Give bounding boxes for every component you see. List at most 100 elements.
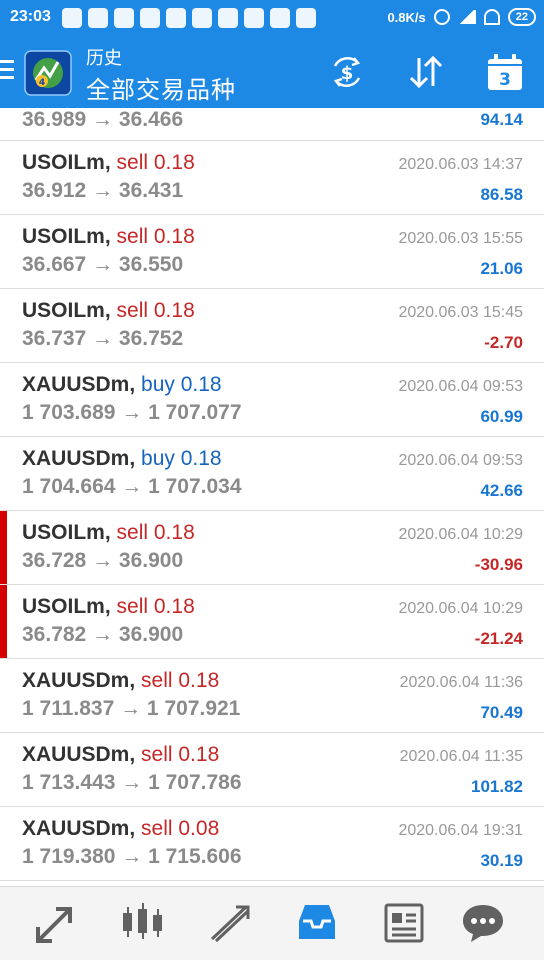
loss-marker (0, 585, 7, 658)
profit-value: 21.06 (480, 259, 523, 278)
calendar-button[interactable]: 3 (485, 52, 525, 92)
price-range: 36.912 → 36.431 (22, 179, 184, 202)
trade-title: XAUUSDm, sell 0.18 (22, 669, 219, 693)
trade-date: 2020.06.04 10:29 (398, 526, 523, 543)
alarm-icon (433, 9, 450, 25)
price-range: 36.728 → 36.900 (22, 549, 184, 572)
nav-history[interactable] (293, 899, 341, 947)
sort-button[interactable] (406, 52, 446, 92)
header-subtitle: 历史 (86, 48, 122, 68)
profit-value: -21.24 (474, 629, 523, 648)
profit-value: 101.82 (471, 777, 523, 796)
trade-date: 2020.06.03 15:45 (398, 304, 523, 321)
app-icon (114, 8, 134, 28)
list-item[interactable]: XAUUSDm, sell 0.18 1 711.837 → 1 707.921… (0, 659, 544, 733)
trade-side: buy 0.18 (141, 373, 222, 396)
video-icon (166, 8, 186, 28)
wifi-icon (483, 9, 500, 25)
profit-value: 94.14 (480, 110, 523, 129)
trade-side: sell 0.18 (116, 521, 195, 544)
trade-date: 2020.06.04 09:53 (398, 452, 523, 469)
metatrader-logo: 4 (24, 50, 72, 96)
list-item[interactable]: USOILm, sell 0.18 36.737 → 36.752 2020.0… (0, 289, 544, 363)
trade-side: sell 0.18 (116, 299, 195, 322)
profit-value: 86.58 (480, 185, 523, 204)
history-icon (299, 905, 335, 939)
trade-title: USOILm, sell 0.18 (22, 521, 195, 545)
trade-date: 2020.06.03 14:37 (398, 156, 523, 173)
app-icon (296, 8, 316, 28)
app-header: 4 历史 全部交易品种 $ 3 (0, 36, 544, 108)
price-range: 1 719.380 → 1 715.606 (22, 845, 242, 868)
notification-icons (62, 8, 316, 28)
trade-side: sell 0.18 (116, 595, 195, 618)
bottom-navigation (0, 886, 544, 960)
list-item[interactable]: USOILm, sell 0.18 36.782 → 36.900 2020.0… (0, 585, 544, 659)
chart-icon (123, 903, 162, 939)
nav-quotes[interactable] (32, 899, 80, 947)
list-item[interactable]: USOILm, sell 0.18 36.728 → 36.900 2020.0… (0, 511, 544, 585)
symbol: USOILm, (22, 225, 111, 248)
trade-title: USOILm, sell 0.18 (22, 225, 195, 249)
menu-icon (0, 60, 14, 63)
list-item[interactable]: XAUUSDm, sell 0.18 1 713.443 → 1 707.786… (0, 733, 544, 807)
list-item[interactable]: XAUUSDm, buy 0.18 1 704.664 → 1 707.034 … (0, 437, 544, 511)
trade-title: XAUUSDm, sell 0.18 (22, 743, 219, 767)
trade-title: USOILm, sell 0.18 (22, 299, 195, 323)
app-icon (244, 8, 264, 28)
trade-date: 2020.06.04 09:53 (398, 378, 523, 395)
list-item[interactable]: XAUUSDm, buy 0.18 1 703.689 → 1 707.077 … (0, 363, 544, 437)
signal-icon (457, 10, 476, 24)
price-range: 1 711.837 → 1 707.921 (22, 697, 241, 720)
trade-side: buy 0.18 (141, 447, 222, 470)
trade-date: 2020.06.04 19:31 (398, 822, 523, 839)
nav-chat[interactable] (459, 899, 507, 947)
header-title[interactable]: 全部交易品种 (86, 70, 236, 105)
exchange-button[interactable]: $ (327, 52, 367, 92)
symbol: XAUUSDm, (22, 669, 136, 692)
sort-icon (409, 55, 443, 89)
wechat-icon (62, 8, 82, 28)
symbol: XAUUSDm, (22, 447, 136, 470)
menu-button[interactable] (0, 60, 16, 82)
battery-indicator: 22 (507, 8, 536, 26)
trade-side: sell 0.08 (141, 817, 220, 840)
trade-date: 2020.06.03 15:55 (398, 230, 523, 247)
trade-side: sell 0.18 (141, 743, 220, 766)
nav-trade[interactable] (206, 899, 254, 947)
symbol: USOILm, (22, 151, 111, 174)
symbol: USOILm, (22, 521, 111, 544)
app-icon (140, 8, 160, 28)
price-range: 36.667 → 36.550 (22, 253, 184, 276)
price-range: 1 703.689 → 1 707.077 (22, 401, 242, 424)
profit-value: 42.66 (480, 481, 523, 500)
list-item[interactable]: XAUUSDm, sell 0.08 1 719.380 → 1 715.606… (0, 807, 544, 881)
trade-title: XAUUSDm, buy 0.18 (22, 447, 222, 471)
list-item[interactable]: USOILm, sell 0.18 36.912 → 36.431 2020.0… (0, 141, 544, 215)
calendar-icon: 3 (488, 54, 522, 90)
app-icon (192, 8, 212, 28)
trade-title: USOILm, sell 0.18 (22, 595, 195, 619)
chat-icon (463, 905, 503, 942)
currency-exchange-icon: $ (333, 57, 361, 87)
symbol: XAUUSDm, (22, 817, 136, 840)
nav-news[interactable] (380, 899, 428, 947)
list-item[interactable]: USOILm, sell 0.18 36.667 → 36.550 2020.0… (0, 215, 544, 289)
trade-history-list[interactable]: 36.989 → 36.466 94.14 USOILm, sell 0.18 … (0, 108, 544, 886)
trade-title: XAUUSDm, buy 0.18 (22, 373, 222, 397)
symbol: XAUUSDm, (22, 373, 136, 396)
trade-side: sell 0.18 (116, 225, 195, 248)
profit-value: 70.49 (480, 703, 523, 722)
net-speed: 0.8K/s (387, 9, 426, 25)
nav-chart[interactable] (118, 899, 166, 947)
trade-date: 2020.06.04 11:35 (399, 748, 523, 765)
profit-value: 60.99 (480, 407, 523, 426)
price-range: 36.989 → 36.466 (22, 108, 184, 131)
svg-text:4: 4 (39, 78, 45, 88)
health-icon (270, 8, 290, 28)
qq-icon (88, 8, 108, 28)
svg-text:$: $ (341, 63, 354, 84)
quotes-icon (36, 907, 72, 943)
list-item[interactable]: 36.989 → 36.466 94.14 (0, 108, 544, 141)
profit-value: -2.70 (484, 333, 523, 352)
